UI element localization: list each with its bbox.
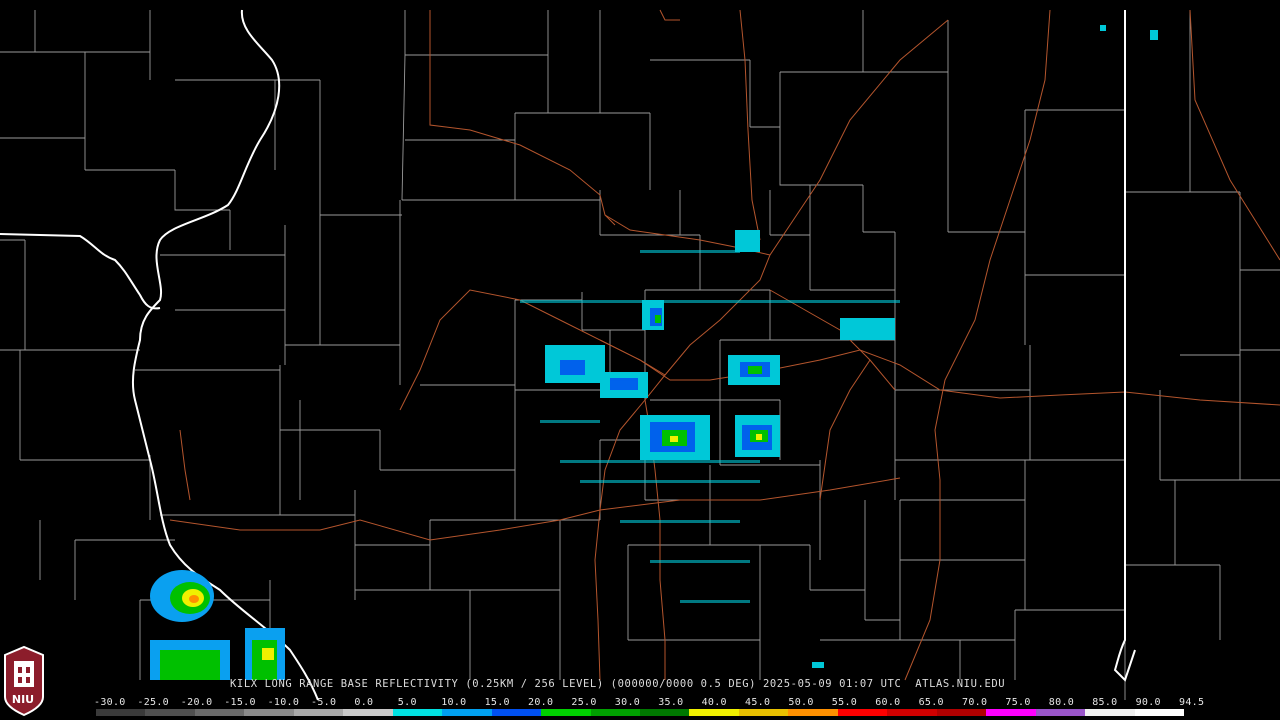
legend-swatch <box>343 709 393 716</box>
legend-swatch <box>541 709 591 716</box>
legend-swatch <box>986 709 1036 716</box>
legend-color-bar <box>96 709 1184 716</box>
legend-label: 5.0 <box>397 697 417 708</box>
legend-label: 65.0 <box>918 697 944 708</box>
legend-label: 25.0 <box>571 697 597 708</box>
legend-label: 90.0 <box>1135 697 1161 708</box>
legend-swatch <box>96 709 146 716</box>
legend-swatch <box>293 709 344 716</box>
legend-label: 55.0 <box>831 697 858 708</box>
legend-label: 35.0 <box>658 697 684 708</box>
legend-swatch <box>244 709 294 716</box>
legend-swatch <box>788 709 838 716</box>
legend-label: 15.0 <box>484 697 510 708</box>
radar-map <box>0 0 1280 720</box>
legend-label: 45.0 <box>745 697 771 708</box>
legend-swatch <box>392 709 443 716</box>
legend-label: -20.0 <box>180 697 213 708</box>
legend-label: -5.0 <box>311 697 337 708</box>
legend-label: 50.0 <box>788 697 814 708</box>
product-caption: KILX LONG RANGE BASE REFLECTIVITY (0.25K… <box>230 678 1006 690</box>
legend-label: -15.0 <box>224 697 256 708</box>
legend-label: 0.0 <box>354 697 374 708</box>
legend-labels: -30.0 -25.0 -20.0 -15.0 -10.0 -5.0 0.0 5.0 10.0 1… <box>94 697 1204 709</box>
legend-swatch <box>837 709 888 716</box>
legend-label: -30.0 <box>94 697 126 708</box>
legend-label: 80.0 <box>1048 697 1075 708</box>
legend-label: 75.0 <box>1005 697 1031 708</box>
legend-swatch <box>145 709 195 716</box>
legend-swatch <box>194 709 245 716</box>
legend-label: 85.0 <box>1092 697 1118 708</box>
legend-swatch <box>1134 709 1184 716</box>
legend-label: 30.0 <box>614 697 641 708</box>
legend-label: 10.0 <box>441 697 467 708</box>
legend-swatch <box>1085 709 1135 716</box>
legend-label: 40.0 <box>701 697 727 708</box>
legend-label: 70.0 <box>962 697 988 708</box>
legend-label: -25.0 <box>137 697 169 708</box>
legend-label: -10.0 <box>267 697 300 708</box>
niu-logo <box>4 645 44 717</box>
legend-label: 94.5 <box>1179 697 1205 708</box>
legend-swatch <box>491 709 542 716</box>
legend-swatch <box>738 709 789 716</box>
legend-swatch <box>689 709 739 716</box>
legend-swatch <box>442 709 492 716</box>
legend-label: 20.0 <box>528 697 554 708</box>
legend-swatch <box>887 709 937 716</box>
legend-swatch <box>590 709 640 716</box>
logo-text: NIU <box>11 693 35 706</box>
legend-swatch <box>1035 709 1086 716</box>
legend-swatch <box>639 709 690 716</box>
legend-label: 60.0 <box>875 697 901 708</box>
legend-swatch <box>936 709 987 716</box>
